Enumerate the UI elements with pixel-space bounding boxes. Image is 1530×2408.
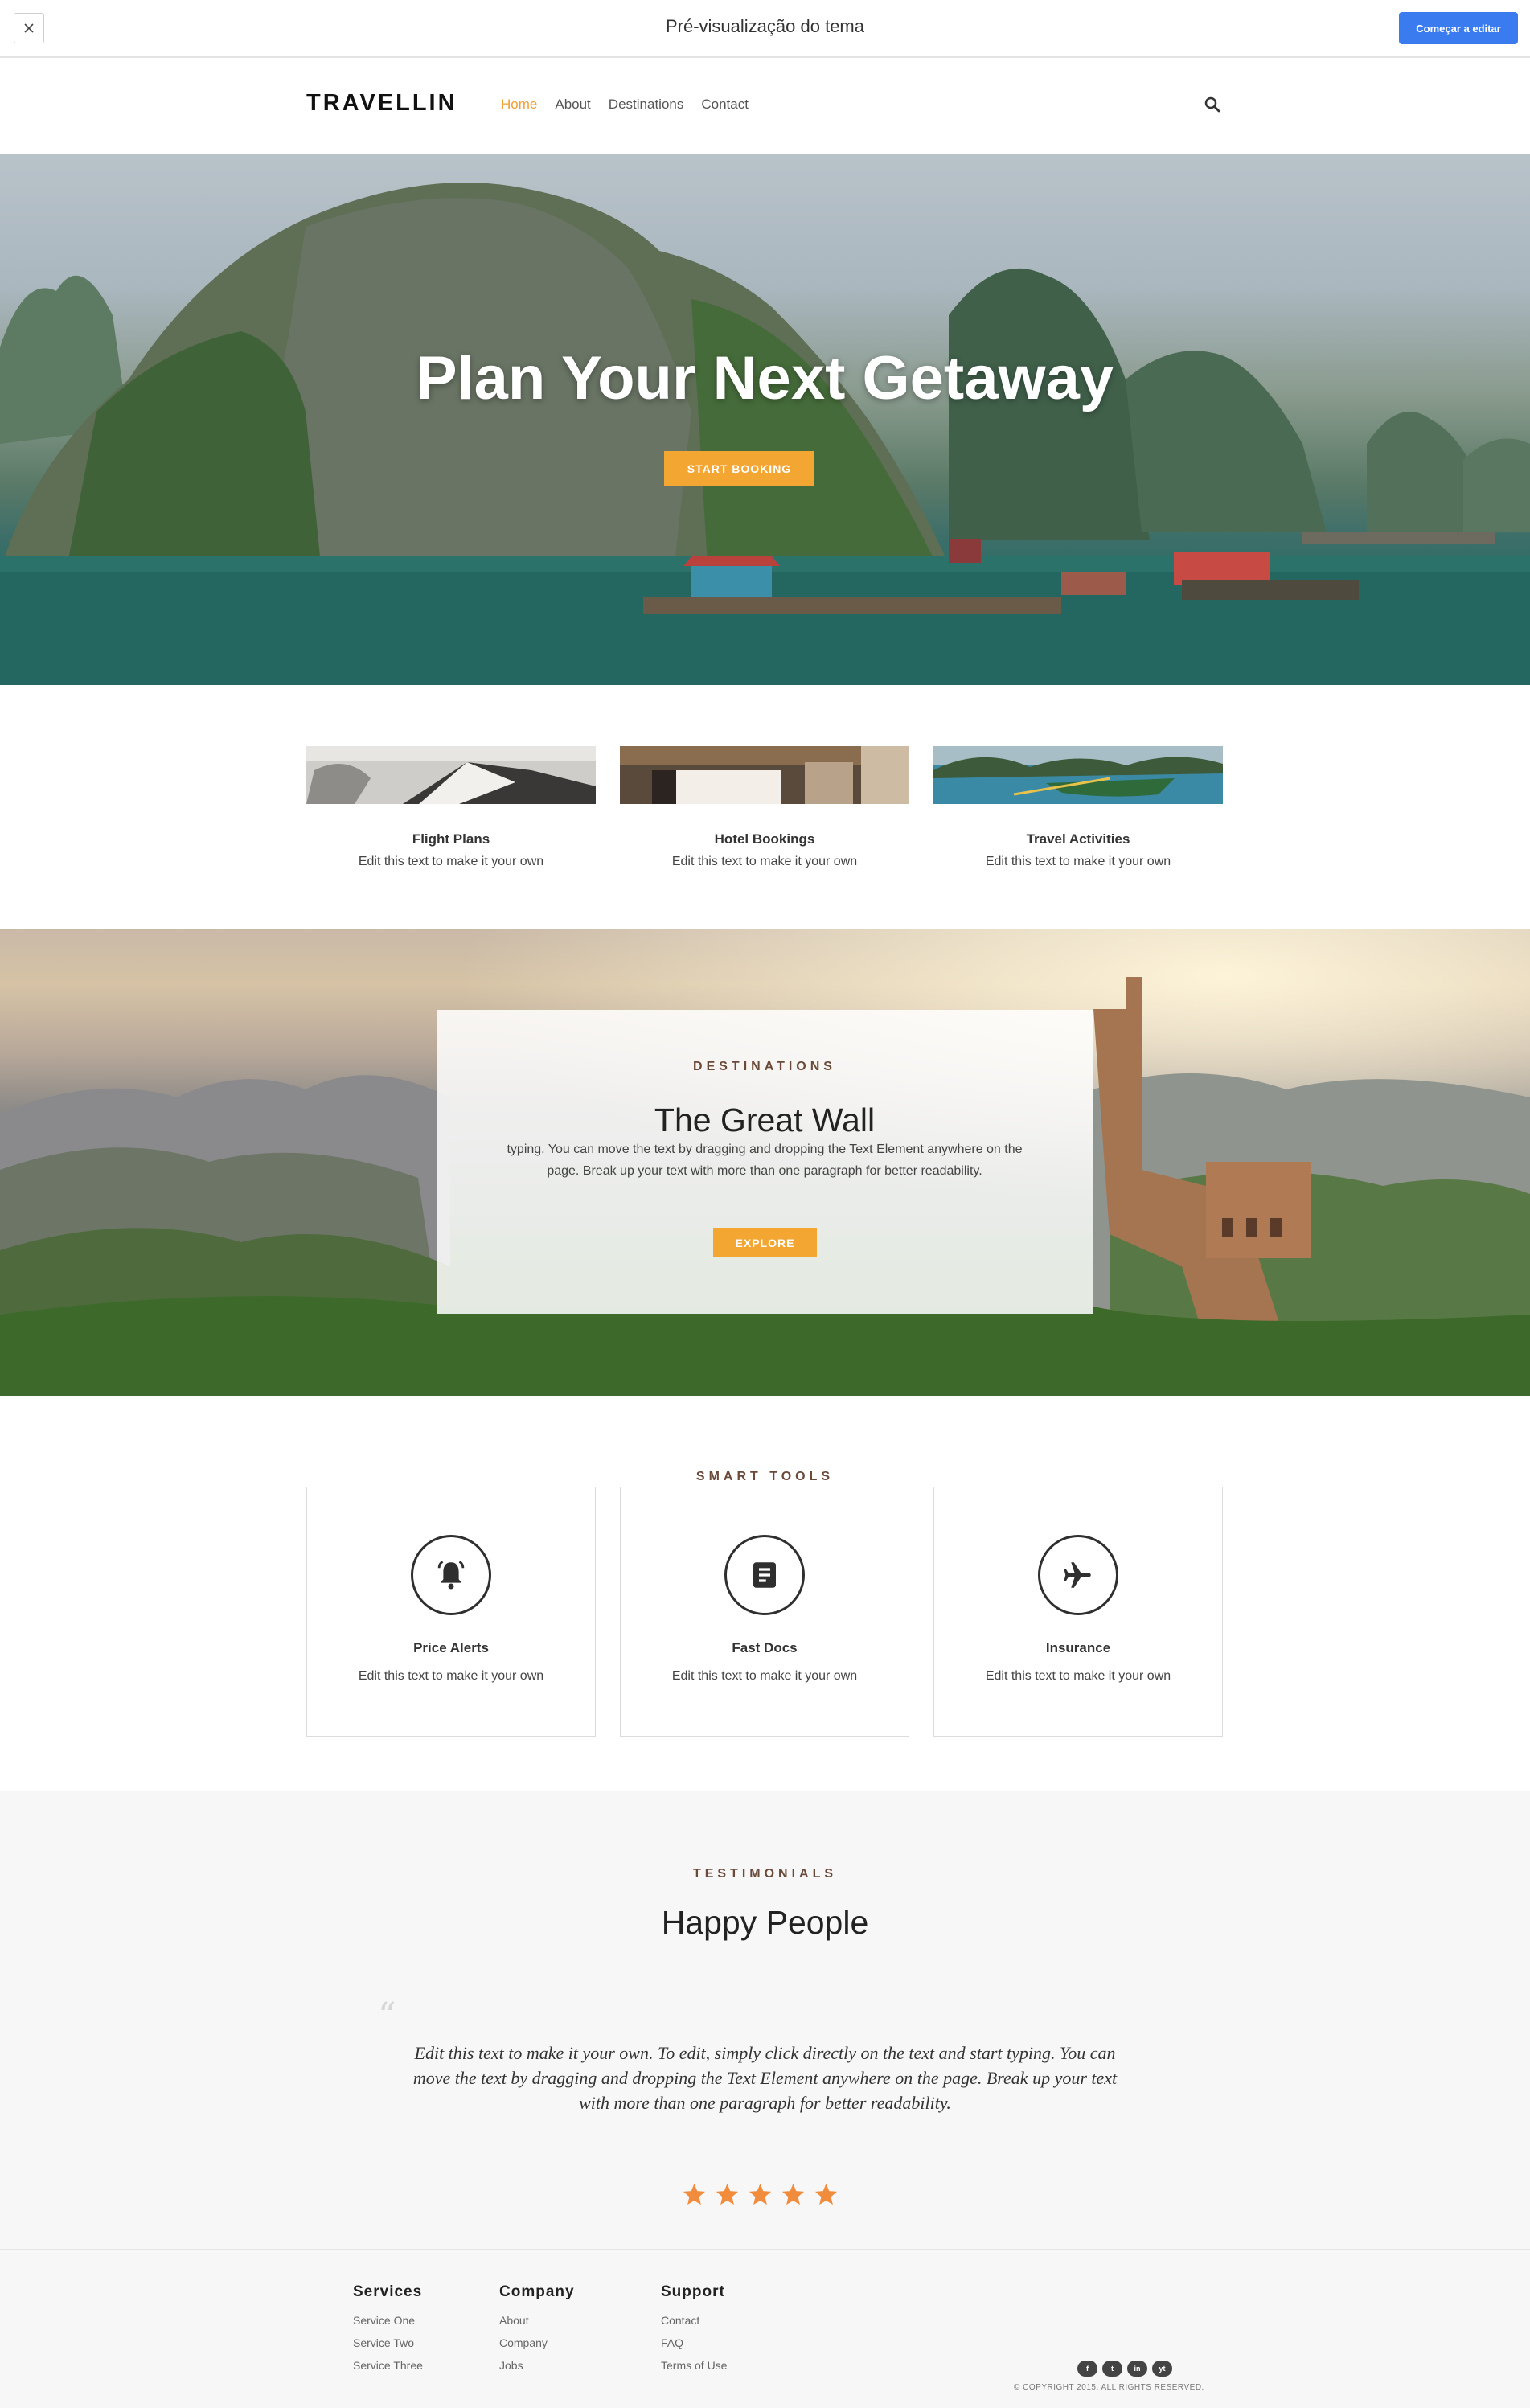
- nav-contact[interactable]: Contact: [701, 96, 749, 113]
- footer-link[interactable]: Service Two: [353, 2336, 423, 2349]
- footer-link[interactable]: Terms of Use: [661, 2359, 727, 2372]
- tool-card-insurance[interactable]: Insurance Edit this text to make it your…: [933, 1487, 1223, 1737]
- service-title: Travel Activities: [1026, 831, 1130, 847]
- destinations-eyebrow: DESTINATIONS: [693, 1060, 836, 1073]
- footer-link[interactable]: Jobs: [499, 2359, 575, 2372]
- hero-title: Plan Your Next Getaway: [416, 344, 1114, 412]
- hero-banner: Plan Your Next Getaway START BOOKING: [0, 154, 1530, 685]
- footer-link[interactable]: Service Three: [353, 2359, 423, 2372]
- footer-heading: Services: [353, 2283, 423, 2300]
- start-booking-button[interactable]: START BOOKING: [664, 451, 814, 486]
- service-title: Hotel Bookings: [714, 831, 815, 847]
- star-icon: [781, 2183, 805, 2205]
- nav-about[interactable]: About: [555, 96, 590, 113]
- nav-destinations[interactable]: Destinations: [609, 96, 684, 113]
- star-icon: [716, 2183, 739, 2205]
- explore-button[interactable]: EXPLORE: [713, 1228, 817, 1257]
- footer-column-support: Support Contact FAQ Terms of Use: [661, 2283, 727, 2381]
- service-card-flight[interactable]: Flight Plans Edit this text to make it y…: [306, 746, 596, 869]
- airplane-icon: [1038, 1535, 1118, 1615]
- tool-title: Insurance: [1045, 1640, 1111, 1655]
- search-icon[interactable]: [1203, 95, 1222, 114]
- tool-desc: Edit this text to make it your own: [671, 1669, 858, 1683]
- smart-tools-section: SMART TOOLS Price Alerts Edit this text …: [0, 1396, 1530, 1791]
- flight-plans-image: [306, 746, 596, 804]
- destination-text: typing. You can move the text by draggin…: [507, 1142, 1023, 1178]
- main-nav: Home About Destinations Contact: [501, 96, 749, 113]
- document-icon: [724, 1535, 805, 1615]
- star-icon: [683, 2183, 706, 2205]
- service-card-activities[interactable]: Travel Activities Edit this text to make…: [933, 746, 1223, 869]
- quote-mark-icon: “: [378, 1996, 396, 2037]
- copyright: © COPYRIGHT 2015. ALL RIGHTS RESERVED.: [1014, 2383, 1204, 2392]
- social-links: f t in yt: [1077, 2361, 1172, 2377]
- travel-activities-image: [933, 746, 1223, 804]
- start-editing-button[interactable]: Começar a editar: [1399, 12, 1518, 44]
- footer-link[interactable]: FAQ: [661, 2336, 727, 2349]
- youtube-icon[interactable]: yt: [1152, 2361, 1172, 2377]
- hotel-bookings-image: [620, 746, 909, 804]
- footer-heading: Support: [661, 2283, 725, 2300]
- star-rating: [682, 2182, 839, 2207]
- theme-preview-bar: Pré-visualização do tema Começar a edita…: [0, 0, 1530, 58]
- destination-card: DESTINATIONS The Great Wall typing. You …: [437, 1010, 1093, 1314]
- facebook-icon[interactable]: f: [1077, 2361, 1097, 2377]
- preview-title: Pré-visualização do tema: [665, 16, 864, 36]
- testimonials-section: TESTIMONIALS Happy People “ Edit this te…: [0, 1791, 1530, 2249]
- site-header: TRAVELLIN Home About Destinations Contac…: [0, 59, 1530, 154]
- service-title: Flight Plans: [412, 831, 490, 847]
- star-icon: [749, 2183, 772, 2205]
- destination-title: The Great Wall: [654, 1101, 876, 1138]
- tool-desc: Edit this text to make it your own: [358, 1669, 544, 1683]
- footer-link[interactable]: Service One: [353, 2314, 423, 2327]
- linkedin-icon[interactable]: in: [1127, 2361, 1147, 2377]
- smart-tools-eyebrow: SMART TOOLS: [695, 1470, 835, 1483]
- footer-column-services: Services Service One Service Two Service…: [353, 2283, 423, 2381]
- destinations-section: DESTINATIONS The Great Wall typing. You …: [0, 929, 1530, 1396]
- twitter-icon[interactable]: t: [1102, 2361, 1122, 2377]
- footer-link[interactable]: Company: [499, 2336, 575, 2349]
- service-desc: Edit this text to make it your own: [671, 855, 858, 868]
- tool-title: Fast Docs: [732, 1640, 798, 1655]
- site-footer: Services Service One Service Two Service…: [0, 2249, 1530, 2408]
- tool-title: Price Alerts: [413, 1640, 489, 1655]
- footer-heading: Company: [499, 2283, 575, 2300]
- service-card-hotel[interactable]: Hotel Bookings Edit this text to make it…: [620, 746, 909, 869]
- nav-home[interactable]: Home: [501, 96, 537, 113]
- footer-link[interactable]: Contact: [661, 2314, 727, 2327]
- testimonials-title: Happy People: [661, 1904, 869, 1941]
- tool-card-fast-docs[interactable]: Fast Docs Edit this text to make it your…: [620, 1487, 909, 1737]
- site-logo[interactable]: TRAVELLIN: [306, 90, 457, 117]
- footer-column-company: Company About Company Jobs: [499, 2283, 575, 2381]
- services-section: Flight Plans Edit this text to make it y…: [0, 685, 1530, 929]
- service-desc: Edit this text to make it your own: [358, 855, 544, 868]
- star-icon: [814, 2183, 838, 2205]
- hero-background-image: [0, 183, 1530, 685]
- bell-icon: [411, 1535, 491, 1615]
- tool-desc: Edit this text to make it your own: [985, 1669, 1171, 1683]
- testimonials-eyebrow: TESTIMONIALS: [692, 1867, 838, 1881]
- footer-link[interactable]: About: [499, 2314, 575, 2327]
- service-desc: Edit this text to make it your own: [985, 855, 1171, 868]
- tool-card-price-alerts[interactable]: Price Alerts Edit this text to make it y…: [306, 1487, 596, 1737]
- testimonial-quote: Edit this text to make it your own. To e…: [412, 2043, 1118, 2113]
